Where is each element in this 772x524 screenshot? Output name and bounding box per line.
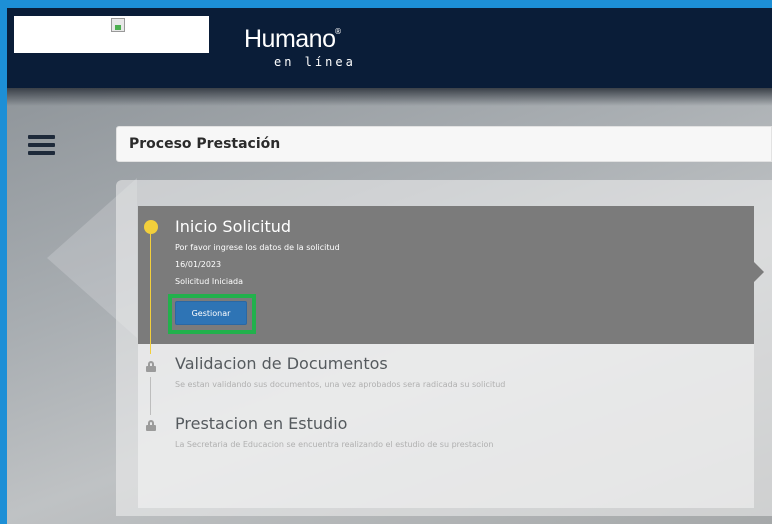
step-title: Inicio Solicitud xyxy=(175,217,292,236)
step-description: La Secretaria de Educacion se encuentra … xyxy=(175,440,494,449)
page-title-bar: Proceso Prestación xyxy=(116,126,772,162)
broken-image-icon xyxy=(111,18,125,32)
timeline-connector xyxy=(150,377,151,415)
step-date: 16/01/2023 xyxy=(175,260,222,269)
status-dot-icon xyxy=(144,220,158,234)
active-step-arrow xyxy=(754,262,764,282)
logo-main-text: Humano xyxy=(244,25,336,53)
page-title: Proceso Prestación xyxy=(129,136,281,152)
logo-registered-mark: ® xyxy=(334,27,342,36)
step-title: Prestacion en Estudio xyxy=(175,414,348,433)
step-title: Validacion de Documentos xyxy=(175,354,388,373)
timeline-connector-active xyxy=(150,234,151,354)
gestionar-button[interactable]: Gestionar xyxy=(175,301,247,325)
hamburger-menu-icon[interactable] xyxy=(28,135,55,157)
logo-sub-text: en línea xyxy=(274,55,356,69)
step-description: Se estan validando sus documentos, una v… xyxy=(175,380,506,389)
step-status: Solicitud Iniciada xyxy=(175,277,244,286)
step-description: Por favor ingrese los datos de la solici… xyxy=(175,243,340,252)
lock-icon xyxy=(146,361,156,372)
brand-logo[interactable]: Humano ® en línea xyxy=(244,25,384,79)
broken-image xyxy=(14,16,209,53)
lock-icon xyxy=(146,420,156,431)
